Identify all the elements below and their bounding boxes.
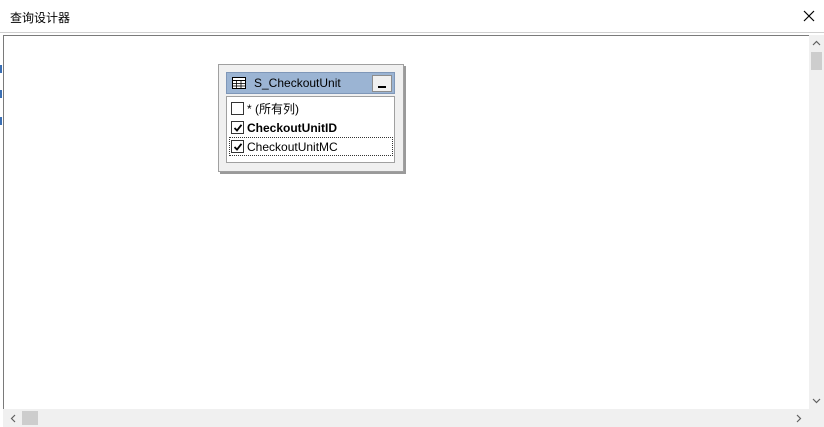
- checkmark-icon: [233, 123, 242, 132]
- horizontal-scrollbar[interactable]: [3, 409, 809, 427]
- horizontal-scroll-thumb[interactable]: [22, 411, 38, 425]
- table-box[interactable]: S_CheckoutUnit * (所有列) CheckoutUnitID Ch…: [218, 64, 404, 172]
- minimize-button[interactable]: [372, 75, 392, 92]
- table-name: S_CheckoutUnit: [254, 76, 341, 90]
- column-checkbox-all[interactable]: [231, 102, 244, 115]
- chevron-down-icon: [812, 398, 821, 404]
- scrollbar-corner: [809, 409, 824, 427]
- minimize-icon: [378, 86, 386, 88]
- chevron-up-icon: [812, 40, 821, 46]
- column-row-checkoutunitmc[interactable]: CheckoutUnitMC: [229, 137, 393, 156]
- vertical-scroll-thumb[interactable]: [811, 52, 822, 70]
- chevron-left-icon: [10, 414, 16, 422]
- table-grid-icon: [232, 77, 246, 89]
- scroll-right-button[interactable]: [791, 409, 807, 427]
- column-checkbox-checkoutunitid[interactable]: [231, 121, 244, 134]
- close-button[interactable]: [794, 0, 824, 32]
- query-designer-window: 查询设计器 S_CheckoutUnit * (所有列) CheckoutUni…: [0, 0, 824, 427]
- column-row-checkoutunitid[interactable]: CheckoutUnitID: [229, 118, 393, 137]
- column-row-all[interactable]: * (所有列): [229, 99, 393, 118]
- checkmark-icon: [233, 142, 242, 151]
- column-label-checkoutunitmc: CheckoutUnitMC: [247, 139, 338, 154]
- vertical-scrollbar[interactable]: [809, 35, 824, 409]
- close-icon: [803, 10, 815, 22]
- window-title: 查询设计器: [10, 11, 71, 25]
- diagram-pane[interactable]: [3, 35, 809, 409]
- column-label-checkoutunitid: CheckoutUnitID: [247, 120, 337, 135]
- table-header[interactable]: S_CheckoutUnit: [226, 72, 395, 94]
- column-label-all: * (所有列): [247, 102, 299, 116]
- title-bar: 查询设计器: [0, 0, 824, 33]
- chevron-right-icon: [796, 414, 802, 422]
- scroll-down-button[interactable]: [809, 393, 824, 409]
- column-list[interactable]: * (所有列) CheckoutUnitID CheckoutUnitMC: [226, 96, 395, 163]
- scroll-up-button[interactable]: [809, 35, 824, 51]
- column-checkbox-checkoutunitmc[interactable]: [231, 140, 244, 153]
- scroll-left-button[interactable]: [5, 409, 21, 427]
